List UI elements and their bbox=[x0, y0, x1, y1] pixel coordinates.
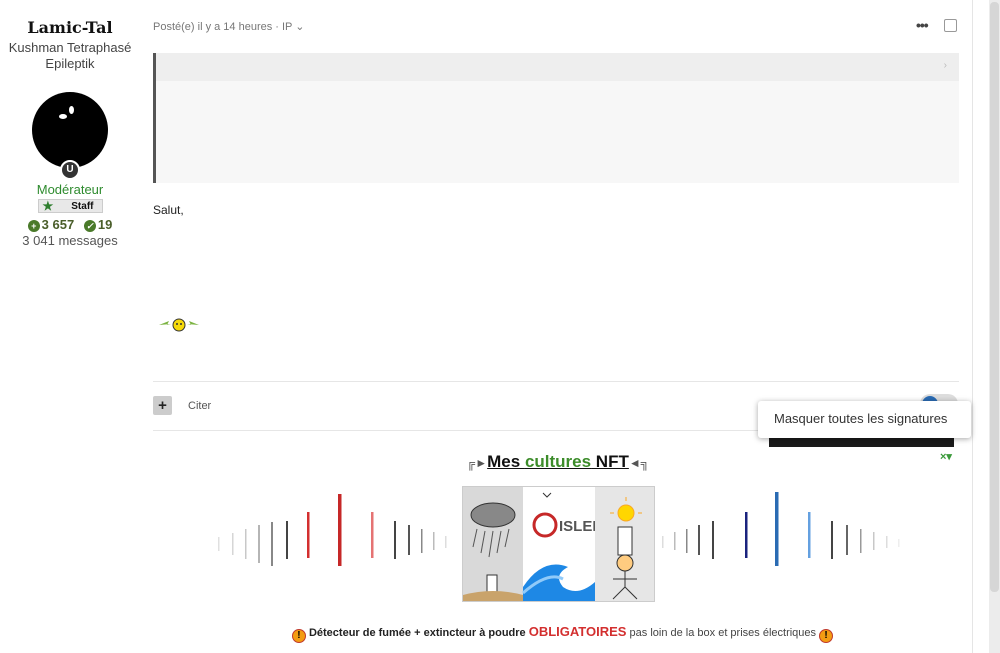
hide-signatures-tooltip[interactable]: Masquer toutes les signatures bbox=[758, 401, 971, 438]
hide-signature-icon[interactable]: ×▾ bbox=[940, 450, 952, 463]
more-options-icon[interactable]: ••• bbox=[916, 17, 929, 33]
warning-bold-text: Détecteur de fumée + extincteur à poudre bbox=[308, 627, 526, 639]
content-border bbox=[972, 0, 973, 653]
plus-circle-icon: + bbox=[27, 220, 40, 232]
chevron-right-icon[interactable]: › bbox=[944, 60, 947, 71]
author-panel: Lamic-Tal Kushman Tetraphasé Epileptik U… bbox=[0, 0, 140, 248]
author-name[interactable]: Lamic-Tal bbox=[0, 18, 140, 37]
signature-title-text: Mes cultures NFT bbox=[487, 452, 629, 471]
check-circle-icon: ✓ bbox=[83, 220, 96, 232]
select-post-checkbox[interactable] bbox=[943, 18, 957, 32]
star-icon: ★ bbox=[42, 199, 54, 213]
scrollbar-thumb[interactable] bbox=[990, 2, 999, 592]
bars-right bbox=[662, 492, 900, 566]
signature-title: ╔►Mes cultures NFT◄╗ bbox=[458, 452, 658, 472]
reputation-count: 3 657 bbox=[41, 217, 75, 232]
warning-rest-text: pas loin de la box et prises électriques bbox=[629, 627, 817, 639]
avatar-eye-left bbox=[59, 114, 67, 119]
bars-left bbox=[218, 494, 447, 566]
signature-image: ISLED bbox=[462, 486, 655, 602]
moderator-shield-icon: U bbox=[60, 160, 80, 180]
quote-block: › bbox=[153, 53, 959, 183]
author-stats: +3 657 ✓ 19 bbox=[0, 217, 140, 232]
multiquote-plus-button[interactable]: + bbox=[153, 396, 172, 415]
warning-icon: ! bbox=[819, 629, 834, 643]
quote-header[interactable]: › bbox=[156, 53, 959, 81]
avatar-eye-right bbox=[69, 106, 74, 114]
post-meta[interactable]: Posté(e) il y a 14 heures · IP ⌄ bbox=[153, 20, 304, 33]
signature-deco-left: ╔► bbox=[466, 456, 488, 470]
divider bbox=[153, 381, 959, 382]
winged-smiley-icon bbox=[159, 318, 199, 332]
solutions-count: 19 bbox=[97, 217, 113, 232]
signature-title-part2: cultures bbox=[524, 452, 592, 471]
signature-title-part1: Mes bbox=[487, 452, 525, 471]
signature-illustration: ISLED bbox=[463, 487, 654, 601]
author-title: Kushman Tetraphasé Epileptik bbox=[0, 40, 140, 72]
author-role: Modérateur bbox=[36, 182, 104, 197]
message-count: 3 041 messages bbox=[22, 233, 118, 248]
signature-deco-right: ◄╗ bbox=[628, 456, 650, 470]
quote-button[interactable]: Citer bbox=[188, 400, 211, 412]
avatar[interactable]: U bbox=[32, 92, 108, 180]
post-tools: ••• bbox=[916, 17, 957, 33]
scrollbar[interactable] bbox=[989, 0, 1000, 653]
signature-warning: ! Détecteur de fumée + extincteur à poud… bbox=[0, 624, 1000, 643]
warning-icon: ! bbox=[291, 629, 306, 643]
warning-red-text: OBLIGATOIRES bbox=[528, 624, 627, 639]
staff-badge: ★ Staff bbox=[37, 199, 103, 213]
author-title-line2: Epileptik bbox=[45, 56, 95, 71]
signature-title-part3: NFT bbox=[591, 452, 629, 471]
author-title-line1: Kushman Tetraphasé bbox=[8, 40, 132, 55]
staff-badge-label: Staff bbox=[71, 200, 94, 212]
post-body-text: Salut, bbox=[153, 203, 184, 217]
